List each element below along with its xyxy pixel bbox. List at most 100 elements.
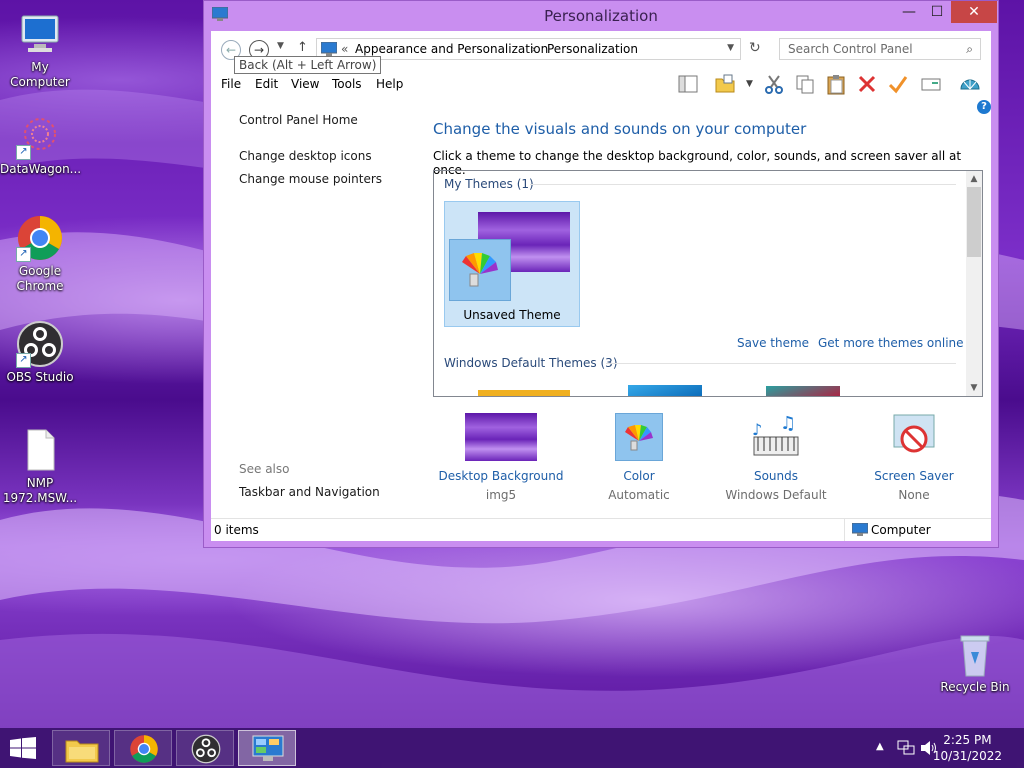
folder-dropdown-icon[interactable]: ▼ (746, 79, 753, 89)
default-theme-thumbnail[interactable] (478, 390, 570, 396)
start-button[interactable] (10, 737, 36, 759)
desktop-background-option[interactable]: Desktop Background img5 (436, 413, 566, 502)
chrome-icon (130, 735, 158, 763)
sounds-option[interactable]: ♪ ♫ Sounds Windows Default (711, 413, 841, 502)
paste-icon[interactable] (825, 73, 847, 95)
shell-icon[interactable] (959, 73, 981, 95)
shortcut-arrow-icon: ↗ (16, 353, 31, 368)
recycle-bin-icon (951, 630, 999, 678)
breadcrumb-separator[interactable]: › (531, 42, 536, 56)
window-client-area: ← → ▼ ↑ « Appearance and Personalization… (211, 31, 991, 541)
color-icon (603, 413, 675, 463)
taskbar-google-chrome[interactable] (114, 730, 172, 766)
computer-icon (852, 523, 868, 536)
breadcrumb-personalization[interactable]: Personalization (547, 42, 638, 56)
up-button[interactable]: ↑ (297, 40, 308, 55)
desktop-icon-label: Google Chrome (16, 264, 64, 293)
network-icon[interactable] (897, 740, 915, 756)
file-icon (16, 426, 64, 474)
theme-tile-unsaved[interactable]: Unsaved Theme (444, 201, 580, 327)
search-icon[interactable]: ⌕ (966, 39, 973, 59)
my-themes-group-label[interactable]: My Themes (1) (444, 177, 534, 191)
obs-icon (191, 734, 221, 764)
windows-logo-icon (10, 737, 36, 759)
control-panel-icon (321, 42, 337, 56)
folder-icon (65, 740, 99, 763)
control-panel-home-link[interactable]: Control Panel Home (239, 113, 358, 127)
option-label: Color (623, 469, 655, 483)
theme-label: Unsaved Theme (463, 308, 561, 322)
desktop-icon-google-chrome[interactable]: ↗ Google Chrome (0, 214, 80, 294)
taskbar: ▲ 2:25 PM 10/31/2022 (0, 728, 1024, 768)
group-divider (606, 363, 956, 364)
recent-pages-chevron-icon[interactable]: ▼ (277, 41, 284, 51)
menu-tools[interactable]: Tools (332, 77, 362, 91)
address-dropdown-icon[interactable]: ▼ (727, 43, 734, 53)
delete-icon[interactable] (856, 73, 878, 95)
screen-saver-option[interactable]: Screen Saver None (849, 413, 979, 502)
menu-edit[interactable]: Edit (255, 77, 278, 91)
obs-icon: ↗ (16, 320, 64, 368)
color-option[interactable]: Color Automatic (574, 413, 704, 502)
maximize-button[interactable]: ☐ (923, 1, 951, 23)
help-icon[interactable]: ? (977, 100, 991, 114)
title-bar[interactable]: Personalization — ☐ ✕ (204, 1, 998, 31)
option-label: Screen Saver (874, 469, 954, 483)
change-desktop-icons-link[interactable]: Change desktop icons (239, 149, 372, 163)
desktop-background-icon (465, 413, 537, 463)
desktop-icon-my-computer[interactable]: My Computer (0, 10, 80, 90)
windows-default-themes-label[interactable]: Windows Default Themes (3) (444, 356, 618, 370)
default-theme-thumbnail[interactable] (628, 385, 702, 396)
show-hidden-icons-chevron-icon[interactable]: ▲ (876, 741, 884, 752)
datawagon-icon: ↗ (16, 112, 64, 160)
properties-icon[interactable] (920, 73, 942, 95)
desktop-icon-label: DataWagon... (0, 162, 82, 176)
copy-icon[interactable] (794, 73, 816, 95)
taskbar-obs-studio[interactable] (176, 730, 234, 766)
desktop-icon-label: OBS Studio (6, 370, 74, 384)
shortcut-arrow-icon: ↗ (16, 145, 31, 160)
layout-pane-icon[interactable] (677, 73, 699, 95)
folder-options-icon[interactable] (714, 73, 736, 95)
themes-scrollbar[interactable]: ▲ ▼ (966, 171, 982, 396)
clock-time: 2:25 PM (943, 733, 992, 747)
save-theme-link[interactable]: Save theme (737, 336, 809, 350)
menu-help[interactable]: Help (376, 77, 403, 91)
option-value: Windows Default (725, 488, 827, 502)
themes-list[interactable]: My Themes (1) Unsaved Theme Save theme G… (433, 170, 983, 397)
clock[interactable]: 2:25 PM 10/31/2022 (933, 732, 1002, 764)
cut-icon[interactable] (763, 73, 785, 95)
menu-file[interactable]: File (221, 77, 241, 91)
menu-view[interactable]: View (291, 77, 319, 91)
taskbar-control-panel[interactable] (238, 730, 296, 766)
option-value: None (898, 488, 930, 502)
desktop-icon-datawagon[interactable]: ↗ DataWagon... (0, 112, 82, 177)
sounds-icon: ♪ ♫ (740, 413, 812, 463)
get-more-themes-link[interactable]: Get more themes online (818, 336, 964, 350)
address-row: ← → ▼ ↑ « Appearance and Personalization… (211, 31, 991, 74)
taskbar-file-explorer[interactable] (52, 730, 110, 766)
color-swatch-icon (449, 239, 511, 301)
scroll-down-icon[interactable]: ▼ (966, 380, 982, 396)
scroll-thumb[interactable] (967, 187, 981, 257)
refresh-button[interactable]: ↻ (749, 40, 761, 56)
computer-icon (16, 10, 64, 58)
status-bar: 0 items Computer (211, 518, 991, 541)
desktop-icon-obs-studio[interactable]: ↗ OBS Studio (0, 320, 80, 385)
scroll-up-icon[interactable]: ▲ (966, 171, 982, 187)
desktop-icon-label: NMP 1972.MSW... (2, 476, 78, 505)
change-mouse-pointers-link[interactable]: Change mouse pointers (239, 172, 382, 186)
default-theme-thumbnail[interactable] (766, 386, 840, 396)
taskbar-navigation-link[interactable]: Taskbar and Navigation (239, 485, 380, 499)
status-location: Computer (871, 523, 931, 537)
minimize-button[interactable]: — (895, 1, 923, 23)
close-button[interactable]: ✕ (951, 1, 997, 23)
desktop-icon-recycle-bin[interactable]: Recycle Bin (935, 630, 1015, 695)
chrome-icon: ↗ (16, 214, 64, 262)
breadcrumb-overflow[interactable]: « (341, 42, 348, 56)
desktop-icon-nmp-file[interactable]: NMP 1972.MSW... (0, 426, 80, 506)
breadcrumb-appearance[interactable]: Appearance and Personalization (355, 42, 548, 56)
checkmark-icon[interactable] (887, 73, 909, 95)
svg-text:♪: ♪ (752, 420, 762, 439)
search-input[interactable]: Search Control Panel ⌕ (779, 38, 981, 60)
